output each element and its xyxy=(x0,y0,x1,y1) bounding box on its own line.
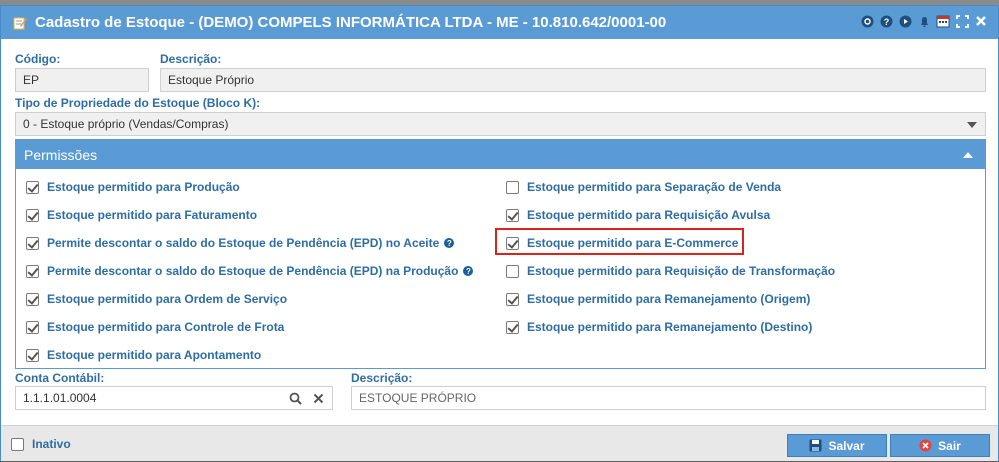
exit-icon xyxy=(919,439,932,452)
refresh-icon[interactable] xyxy=(860,14,874,28)
codigo-value: EP xyxy=(23,73,40,87)
close-icon[interactable] xyxy=(974,14,988,28)
stock-register-dialog: Cadastro de Estoque - (DEMO) COMPELS INF… xyxy=(0,5,999,461)
sair-button[interactable]: Sair xyxy=(890,434,990,457)
checkbox-producao[interactable] xyxy=(26,180,39,194)
dialog-title: Cadastro de Estoque - (DEMO) COMPELS INF… xyxy=(35,14,667,31)
descricao-label: Descrição: xyxy=(160,52,222,66)
play-icon[interactable] xyxy=(898,14,912,28)
checkbox-apontamento[interactable] xyxy=(26,348,39,362)
codigo-label: Código: xyxy=(15,52,61,66)
ecommerce-highlight-box xyxy=(495,228,744,255)
dialog-footer: Inativo Salvar Sair xyxy=(1,425,998,461)
checkbox-separacao-venda[interactable] xyxy=(506,180,519,194)
perm-remanejamento-origem[interactable]: Estoque permitido para Remanejamento (Or… xyxy=(506,290,810,308)
perm-label: Estoque permitido para Faturamento xyxy=(47,208,258,222)
perm-remanejamento-destino[interactable]: Estoque permitido para Remanejamento (De… xyxy=(506,318,812,336)
conta-descricao-label: Descrição: xyxy=(351,371,413,385)
title-actions: ? xyxy=(860,14,988,28)
perm-requisicao-avulsa[interactable]: Estoque permitido para Requisição Avulsa xyxy=(506,206,770,224)
tipo-propriedade-label: Tipo de Propriedade do Estoque (Bloco K)… xyxy=(15,96,261,110)
permissoes-header[interactable]: Permissões xyxy=(16,140,985,169)
fullscreen-icon[interactable] xyxy=(955,14,969,28)
chevron-down-icon[interactable] xyxy=(967,122,977,128)
sair-label: Sair xyxy=(938,438,961,453)
inativo-toggle[interactable]: Inativo xyxy=(11,435,71,453)
save-icon xyxy=(809,439,822,452)
conta-contabil-value: 1.1.1.01.0004 xyxy=(23,391,97,405)
bell-icon[interactable] xyxy=(917,14,931,28)
perm-apontamento[interactable]: Estoque permitido para Apontamento xyxy=(26,346,261,364)
descricao-field[interactable]: Estoque Próprio xyxy=(160,68,986,92)
perm-epd-aceite[interactable]: Permite descontar o saldo do Estoque de … xyxy=(26,234,455,252)
perm-label: Permite descontar o saldo do Estoque de … xyxy=(47,264,459,278)
perm-faturamento[interactable]: Estoque permitido para Faturamento xyxy=(26,206,257,224)
clear-icon[interactable] xyxy=(313,393,324,407)
perm-label: Estoque permitido para Apontamento xyxy=(47,348,262,362)
checkbox-controle-frota[interactable] xyxy=(26,320,39,334)
checkbox-faturamento[interactable] xyxy=(26,208,39,222)
checkbox-remanejamento-origem[interactable] xyxy=(506,292,519,306)
inativo-label: Inativo xyxy=(32,437,71,451)
perm-label: Estoque permitido para Requisição de Tra… xyxy=(527,264,836,278)
conta-contabil-field[interactable]: 1.1.1.01.0004 xyxy=(15,386,333,410)
perm-label: Estoque permitido para Remanejamento (Or… xyxy=(527,292,811,306)
checkbox-requisicao-avulsa[interactable] xyxy=(506,208,519,222)
conta-descricao-field[interactable]: ESTOQUE PRÓPRIO xyxy=(351,386,986,410)
permissoes-title: Permissões xyxy=(24,146,98,163)
perm-label: Estoque permitido para Remanejamento (De… xyxy=(527,320,813,334)
checkbox-ordem-servico[interactable] xyxy=(26,292,39,306)
search-icon[interactable] xyxy=(289,392,302,408)
tipo-propriedade-select[interactable]: 0 - Estoque próprio (Vendas/Compras) xyxy=(15,112,986,136)
perm-label: Estoque permitido para Controle de Frota xyxy=(47,320,285,334)
chevron-up-icon[interactable] xyxy=(963,152,973,158)
question-icon[interactable]: ? xyxy=(444,238,455,248)
salvar-button[interactable]: Salvar xyxy=(787,434,887,457)
help-icon[interactable]: ? xyxy=(879,14,893,28)
descricao-value: Estoque Próprio xyxy=(168,73,255,87)
perm-label: Permite descontar o saldo do Estoque de … xyxy=(47,236,440,250)
perm-label: Estoque permitido para Requisição Avulsa xyxy=(527,208,771,222)
perm-label: Estoque permitido para Ordem de Serviço xyxy=(47,292,288,306)
perm-controle-frota[interactable]: Estoque permitido para Controle de Frota xyxy=(26,318,284,336)
perm-label: Estoque permitido para Separação de Vend… xyxy=(527,180,782,194)
conta-contabil-label: Conta Contábil: xyxy=(15,371,105,385)
checkbox-remanejamento-destino[interactable] xyxy=(506,320,519,334)
checkbox-epd-producao[interactable] xyxy=(26,264,39,278)
edit-note-icon xyxy=(13,16,27,30)
perm-separacao-venda[interactable]: Estoque permitido para Separação de Vend… xyxy=(506,178,781,196)
checkbox-epd-aceite[interactable] xyxy=(26,236,39,250)
question-icon[interactable]: ? xyxy=(463,266,474,276)
perm-requisicao-transformacao[interactable]: Estoque permitido para Requisição de Tra… xyxy=(506,262,835,280)
perm-ordem-servico[interactable]: Estoque permitido para Ordem de Serviço xyxy=(26,290,287,308)
perm-label: Estoque permitido para Produção xyxy=(47,180,240,194)
checkbox-requisicao-transformacao[interactable] xyxy=(506,264,519,278)
perm-producao[interactable]: Estoque permitido para Produção xyxy=(26,178,240,196)
dialog-titlebar: Cadastro de Estoque - (DEMO) COMPELS INF… xyxy=(1,6,998,39)
perm-epd-producao[interactable]: Permite descontar o saldo do Estoque de … xyxy=(26,262,474,280)
conta-descricao-value: ESTOQUE PRÓPRIO xyxy=(359,391,477,405)
tipo-propriedade-value: 0 - Estoque próprio (Vendas/Compras) xyxy=(23,117,229,131)
calendar-icon[interactable] xyxy=(936,14,950,28)
svg-text:?: ? xyxy=(883,17,889,27)
checkbox-inativo[interactable] xyxy=(11,437,24,451)
codigo-field[interactable]: EP xyxy=(15,68,149,92)
salvar-label: Salvar xyxy=(828,438,865,453)
